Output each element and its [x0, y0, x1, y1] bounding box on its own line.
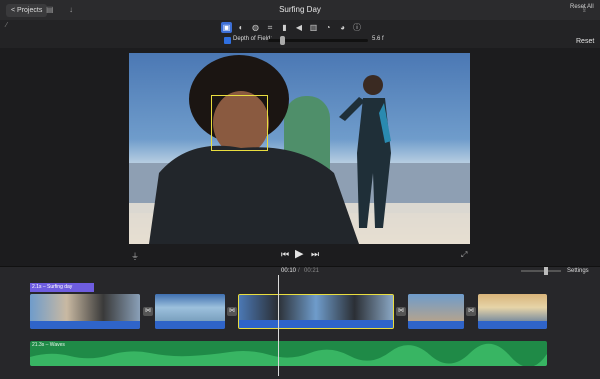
- video-clip[interactable]: [155, 294, 225, 329]
- time-separator: /: [298, 268, 300, 274]
- fullscreen-icon[interactable]: ⤢: [461, 250, 467, 260]
- video-clip[interactable]: [30, 294, 140, 329]
- color-correction-icon[interactable]: ◍: [250, 22, 261, 33]
- play-icon[interactable]: ▶: [295, 247, 303, 260]
- video-clip-selected[interactable]: [238, 294, 394, 329]
- depth-of-field-knob[interactable]: [280, 36, 285, 45]
- transition-icon[interactable]: ⋈: [143, 307, 153, 316]
- timeline-settings-button[interactable]: Settings: [567, 268, 589, 274]
- reset-button[interactable]: Reset: [576, 38, 594, 45]
- inspector-toolbar: ▣ ◐ ◍ ⌗ ▮ ◀ ▥ ◔ ◕ ⓘ: [0, 20, 600, 48]
- total-time: 00:21: [304, 268, 320, 274]
- depth-of-field-label: Depth of Field:: [233, 36, 273, 42]
- playhead[interactable]: [278, 275, 279, 376]
- wand-icon[interactable]: ⁄: [6, 22, 7, 29]
- previous-icon[interactable]: ⏮: [281, 249, 289, 260]
- audio-waveform: [30, 343, 547, 366]
- timeline-zoom-slider[interactable]: [521, 270, 561, 272]
- video-frame[interactable]: [129, 53, 470, 244]
- info-icon[interactable]: ⓘ: [352, 22, 363, 33]
- audio-clip-label: 21.3s – Waves: [32, 342, 65, 348]
- depth-of-field-checkbox[interactable]: [224, 37, 231, 44]
- transition-icon[interactable]: ⋈: [466, 307, 476, 316]
- reset-all-button[interactable]: Reset All: [570, 4, 594, 10]
- download-icon[interactable]: ↓: [69, 5, 73, 14]
- crop-icon[interactable]: ⌗: [265, 22, 276, 33]
- current-time: 00:10: [281, 268, 297, 274]
- noise-reduction-icon[interactable]: ▥: [308, 22, 319, 33]
- audio-clip[interactable]: [30, 341, 547, 366]
- microphone-icon[interactable]: ⏚: [131, 251, 139, 262]
- video-clip[interactable]: [408, 294, 464, 329]
- title-clip[interactable]: 2.1s – Surfing day: [30, 283, 94, 292]
- face-tracking-box[interactable]: [211, 95, 268, 151]
- window-title: Surfing Day: [279, 5, 321, 14]
- video-clip[interactable]: [478, 294, 547, 329]
- video-scene: [129, 55, 470, 244]
- volume-icon[interactable]: ◀: [294, 22, 305, 33]
- timeline-zoom-knob[interactable]: [544, 267, 548, 275]
- media-library-icon[interactable]: ▤: [46, 5, 54, 14]
- clip-filter-icon[interactable]: ◕: [337, 22, 348, 33]
- transition-icon[interactable]: ⋈: [396, 307, 406, 316]
- next-icon[interactable]: ⏭: [311, 249, 319, 260]
- transition-icon[interactable]: ⋈: [227, 307, 237, 316]
- stabilization-icon[interactable]: ▮: [279, 22, 290, 33]
- depth-of-field-value: 5.6 f: [372, 36, 384, 42]
- color-balance-icon[interactable]: ◐: [236, 22, 247, 33]
- projects-button[interactable]: < Projects: [6, 4, 48, 17]
- cinematic-video-icon[interactable]: ▣: [221, 22, 232, 33]
- speed-icon[interactable]: ◔: [323, 22, 334, 33]
